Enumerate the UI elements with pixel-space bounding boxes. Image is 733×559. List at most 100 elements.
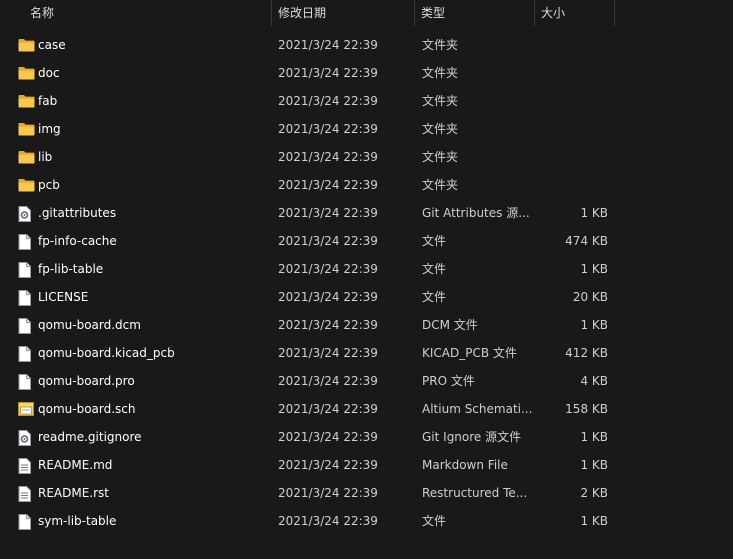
- column-divider[interactable]: [534, 0, 535, 26]
- folder-icon: [18, 171, 36, 199]
- file-row[interactable]: LICENSE 2021/3/24 22:39 文件 20 KB: [0, 283, 733, 311]
- file-date: 2021/3/24 22:39: [278, 94, 378, 108]
- file-name: lib: [38, 150, 53, 164]
- file-type: 文件: [422, 262, 447, 276]
- file-date: 2021/3/24 22:39: [278, 262, 378, 276]
- file-type: 文件夹: [422, 94, 459, 108]
- file-size: 20 KB: [572, 290, 608, 304]
- file-date: 2021/3/24 22:39: [278, 38, 378, 52]
- column-divider[interactable]: [271, 0, 272, 26]
- file-size: [540, 59, 608, 87]
- file-size: 474 KB: [565, 234, 608, 248]
- folder-icon: [18, 115, 36, 143]
- file-size: 158 KB: [565, 402, 608, 416]
- file-size: [540, 143, 608, 171]
- file-row[interactable]: sym-lib-table 2021/3/24 22:39 文件 1 KB: [0, 507, 733, 535]
- config-file-icon: [18, 423, 36, 451]
- file-date: 2021/3/24 22:39: [278, 430, 378, 444]
- file-row[interactable]: readme.gitignore 2021/3/24 22:39 Git Ignor…: [0, 423, 733, 451]
- file-name: README.rst: [38, 486, 110, 500]
- file-size: 2 KB: [580, 486, 608, 500]
- file-icon: [18, 255, 36, 283]
- file-row[interactable]: README.rst 2021/3/24 22:39 Restructured Te…: [0, 479, 733, 507]
- file-row[interactable]: README.md 2021/3/24 22:39 Markdown File 1 K…: [0, 451, 733, 479]
- file-date: 2021/3/24 22:39: [278, 486, 378, 500]
- column-header: ^ 名称 修改日期 类型 大小: [0, 0, 733, 26]
- file-name: readme.gitignore: [38, 430, 142, 444]
- file-date: 2021/3/24 22:39: [278, 206, 378, 220]
- file-row[interactable]: fab 2021/3/24 22:39 文件夹: [0, 87, 733, 115]
- file-name: README.md: [38, 458, 113, 472]
- file-icon: [18, 339, 36, 367]
- file-size: 1 KB: [580, 514, 608, 528]
- file-row[interactable]: img 2021/3/24 22:39 文件夹: [0, 115, 733, 143]
- file-date: 2021/3/24 22:39: [278, 178, 378, 192]
- file-type: 文件夹: [422, 66, 459, 80]
- text-file-icon: [18, 479, 36, 507]
- file-row[interactable]: case 2021/3/24 22:39 文件夹: [0, 31, 733, 59]
- file-type: Altium Schemati...: [422, 402, 532, 416]
- file-date: 2021/3/24 22:39: [278, 234, 378, 248]
- file-date: 2021/3/24 22:39: [278, 122, 378, 136]
- file-type: 文件夹: [422, 150, 459, 164]
- file-size: [540, 115, 608, 143]
- file-name: qomu-board.dcm: [38, 318, 141, 332]
- file-type: 文件: [422, 234, 447, 248]
- file-type: KICAD_PCB 文件: [422, 346, 517, 360]
- file-type: Git Ignore 源文件: [422, 430, 522, 444]
- file-explorer: ^ 名称 修改日期 类型 大小 case2021/3/24 22:39文件夹do…: [0, 0, 733, 559]
- file-row[interactable]: fp-lib-table 2021/3/24 22:39 文件 1 KB: [0, 255, 733, 283]
- column-divider[interactable]: [614, 0, 615, 26]
- file-name: qomu-board.kicad_pcb: [38, 346, 175, 360]
- column-header-date[interactable]: 修改日期: [278, 0, 414, 26]
- column-divider[interactable]: [414, 0, 415, 26]
- file-row[interactable]: .gitattributes 2021/3/24 22:39 Git Attribu…: [0, 199, 733, 227]
- file-row[interactable]: qomu-board.pro 2021/3/24 22:39 PRO 文件 4 KB: [0, 367, 733, 395]
- file-row[interactable]: qomu-board.sch 2021/3/24 22:39 Altium Sche…: [0, 395, 733, 423]
- file-size: 4 KB: [580, 374, 608, 388]
- file-row[interactable]: fp-info-cache 2021/3/24 22:39 文件 474 KB: [0, 227, 733, 255]
- file-row[interactable]: qomu-board.dcm 2021/3/24 22:39 DCM 文件 1 KB: [0, 311, 733, 339]
- file-icon: [18, 367, 36, 395]
- file-type: Git Attributes 源...: [422, 206, 530, 220]
- file-name: LICENSE: [38, 290, 89, 304]
- schematic-file-icon: [18, 395, 36, 423]
- column-header-name[interactable]: 名称: [30, 0, 270, 26]
- file-name: fab: [38, 94, 58, 108]
- file-size: [540, 31, 608, 59]
- folder-icon: [18, 59, 36, 87]
- file-icon: [18, 283, 36, 311]
- file-size: [540, 171, 608, 199]
- config-file-icon: [18, 199, 36, 227]
- file-name: .gitattributes: [38, 206, 117, 220]
- file-type: Restructured Te...: [422, 486, 528, 500]
- file-row[interactable]: lib 2021/3/24 22:39 文件夹: [0, 143, 733, 171]
- file-date: 2021/3/24 22:39: [278, 458, 378, 472]
- file-name: sym-lib-table: [38, 514, 117, 528]
- file-size: 1 KB: [580, 206, 608, 220]
- column-header-size[interactable]: 大小: [541, 0, 613, 26]
- file-type: Markdown File: [422, 458, 508, 472]
- folder-icon: [18, 87, 36, 115]
- file-type: PRO 文件: [422, 374, 475, 388]
- file-date: 2021/3/24 22:39: [278, 318, 378, 332]
- file-date: 2021/3/24 22:39: [278, 66, 378, 80]
- file-row[interactable]: doc 2021/3/24 22:39 文件夹: [0, 59, 733, 87]
- file-name: qomu-board.sch: [38, 402, 136, 416]
- file-name: qomu-board.pro: [38, 374, 135, 388]
- folder-icon: [18, 31, 36, 59]
- file-name: case: [38, 38, 66, 52]
- file-size: 1 KB: [580, 458, 608, 472]
- file-type: 文件: [422, 514, 447, 528]
- file-row[interactable]: qomu-board.kicad_pcb 2021/3/24 22:39 KICAD…: [0, 339, 733, 367]
- file-row[interactable]: pcb 2021/3/24 22:39 文件夹: [0, 171, 733, 199]
- file-type: 文件: [422, 290, 447, 304]
- file-name: img: [38, 122, 61, 136]
- text-file-icon: [18, 451, 36, 479]
- file-type: 文件夹: [422, 178, 459, 192]
- file-size: 1 KB: [580, 430, 608, 444]
- column-header-type[interactable]: 类型: [421, 0, 533, 26]
- file-date: 2021/3/24 22:39: [278, 374, 378, 388]
- file-type: 文件夹: [422, 122, 459, 136]
- file-size: 412 KB: [565, 346, 608, 360]
